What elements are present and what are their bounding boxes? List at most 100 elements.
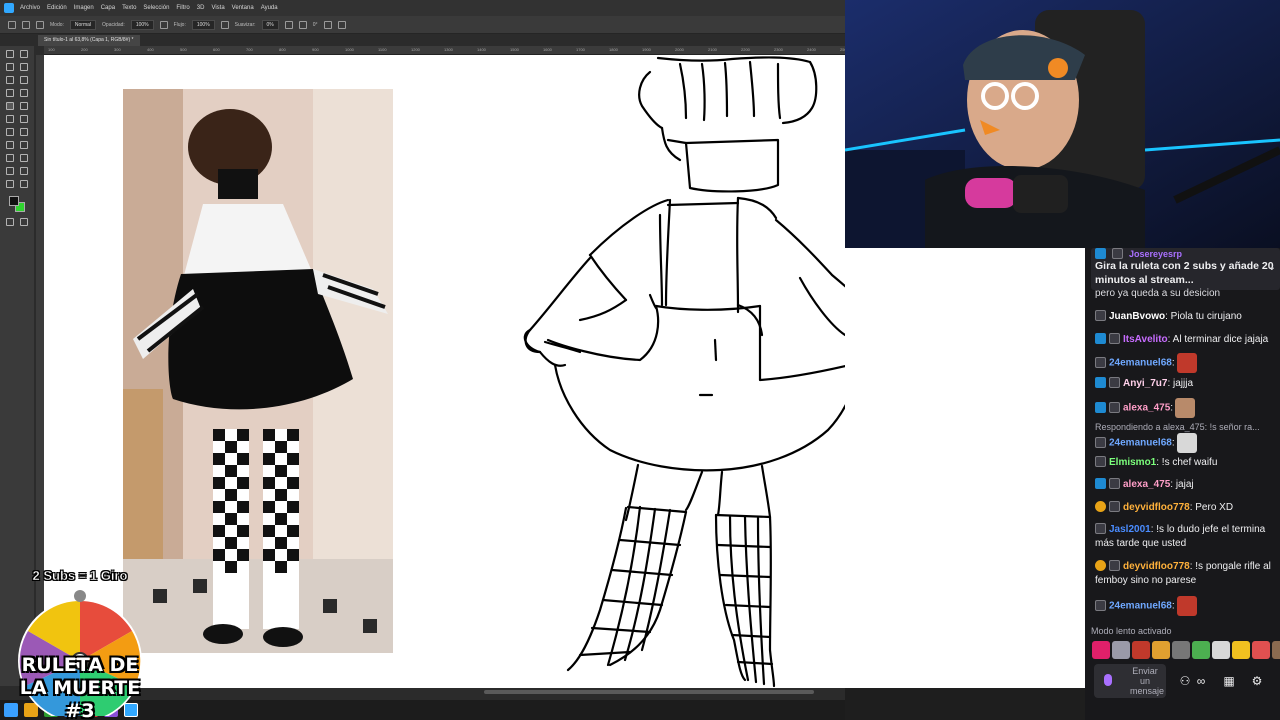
chat-username[interactable]: JuanBvowo [1109,311,1165,322]
emote-icon[interactable] [1172,641,1190,659]
subscriber-badge-icon [1109,501,1120,512]
emote-icon[interactable] [1272,641,1280,659]
emote-image[interactable] [1176,433,1197,453]
scrollbar-thumb[interactable] [484,690,814,694]
type-tool-icon[interactable] [6,154,14,162]
menu-seleccion[interactable]: Selección [143,5,169,11]
ruler-tick: 300 [114,47,121,52]
chat-username[interactable]: 24emanuel68 [1109,438,1172,449]
healing-tool-icon[interactable] [20,89,28,97]
menu-edicion[interactable]: Edición [47,5,67,11]
mode-select[interactable]: Normal [69,19,97,30]
cosplay-reference-image [123,89,393,653]
emote-icon[interactable] [1212,641,1230,659]
dodge-tool-icon[interactable] [6,141,14,149]
emote-icon[interactable] [1192,641,1210,659]
more-tools-icon[interactable] [20,180,28,188]
emote-icon[interactable] [1232,641,1250,659]
crop-tool-icon[interactable] [6,76,14,84]
marquee-tool-icon[interactable] [6,63,14,71]
menu-archivo[interactable]: Archivo [20,5,40,11]
chat-input[interactable]: Enviar un mensaje [1094,664,1166,698]
foreground-color-swatch[interactable] [9,196,19,206]
pen-tool-icon[interactable] [20,141,28,149]
pressure-opacity-icon[interactable] [159,20,168,29]
document-tab[interactable]: Sin título-1 al 63,8% (Capa 1, RGB/8#) * [38,35,140,46]
subscriber-badge-icon [1095,310,1106,321]
emote-icon[interactable] [1112,641,1130,659]
artboard-tool-icon[interactable] [20,50,28,58]
chat-username[interactable]: ItsAvelito [1123,334,1168,345]
emote-image[interactable] [1175,398,1196,418]
eyedropper-tool-icon[interactable] [6,89,14,97]
menu-imagen[interactable]: Imagen [74,5,94,11]
shape-tool-icon[interactable] [6,167,14,175]
symmetry-icon[interactable] [337,20,346,29]
emote-icon[interactable] [1252,641,1270,659]
menu-3d[interactable]: 3D [197,5,205,11]
reply-hint[interactable]: Respondiendo a alexa_475: !s señor ra... [1095,422,1260,432]
drawing-canvas[interactable] [44,55,887,688]
hand-tool-icon[interactable] [20,167,28,175]
screen-mode-icon[interactable] [20,218,28,226]
chat-username[interactable]: Anyi_7u7 [1123,378,1167,389]
emote-image[interactable] [1176,596,1197,616]
menu-vista[interactable]: Vista [211,5,224,11]
pinned-message[interactable]: Josereyesrp Gira la ruleta con 2 subs y … [1091,248,1280,290]
gear-icon[interactable]: ⚙ [1250,674,1264,688]
brush-tool-active-icon[interactable] [6,102,14,110]
chat-username[interactable]: deyvidfloo778 [1123,502,1190,513]
eraser-tool-icon[interactable] [20,115,28,123]
chat-username[interactable]: 24emanuel68 [1109,601,1172,612]
airbrush-icon[interactable] [220,20,229,29]
gear-icon[interactable] [284,20,293,29]
chat-username[interactable]: alexa_475 [1123,479,1170,490]
quick-mask-icon[interactable] [6,218,14,226]
chat-username[interactable]: Elmismo1 [1109,457,1156,468]
emote-icon[interactable] [1132,641,1150,659]
stamp-tool-icon[interactable] [20,102,28,110]
angle-value[interactable]: 0° [313,22,318,28]
opacity-input[interactable]: 100% [130,19,154,30]
chat-username[interactable]: deyvidfloo778 [1123,561,1190,572]
brush-tool-icon[interactable] [22,20,30,29]
zoom-tool-icon[interactable] [6,180,14,188]
angle-icon[interactable] [298,20,307,29]
menu-ventana[interactable]: Ventana [232,5,254,11]
move-tool-icon[interactable] [6,50,14,58]
flow-input[interactable]: 100% [191,19,215,30]
ruler-tick: 2100 [708,47,717,52]
emote-image[interactable] [1176,353,1197,373]
horizontal-scrollbar[interactable] [44,688,845,696]
emote-picker-row [1092,641,1280,659]
history-brush-icon[interactable] [6,115,14,123]
blur-tool-icon[interactable] [20,128,28,136]
menu-ayuda[interactable]: Ayuda [261,5,278,11]
pressure-size-icon[interactable] [323,20,332,29]
smoothing-input[interactable]: 0% [261,19,279,30]
subscriber-badge-icon [1095,599,1106,611]
frame-tool-icon[interactable] [20,76,28,84]
menu-filtro[interactable]: Filtro [176,5,189,11]
emote-icon[interactable] [1152,641,1170,659]
emote-heart-icon[interactable] [1092,641,1110,659]
brush-preset-icon[interactable] [36,20,44,29]
chevron-down-icon[interactable]: ⌄ [1268,262,1276,273]
ruler-tick: 800 [279,47,286,52]
gradient-tool-icon[interactable] [6,128,14,136]
users-icon[interactable]: ⚇ [1178,674,1192,688]
chat-username[interactable]: 24emanuel68 [1109,358,1172,369]
pinned-user[interactable]: Josereyesrp [1129,249,1182,259]
chat-username[interactable]: Jasl2001 [1109,524,1151,535]
chat-text: : [1170,402,1174,414]
microphone-icon[interactable] [1104,674,1112,686]
chat-username[interactable]: alexa_475 [1123,403,1170,414]
home-icon[interactable] [8,20,16,29]
lasso-tool-icon[interactable] [20,63,28,71]
menu-capa[interactable]: Capa [101,5,115,11]
ruler-tick: 2300 [774,47,783,52]
menu-texto[interactable]: Texto [122,5,136,11]
infinity-icon[interactable]: ∞ [1194,674,1208,688]
calendar-icon[interactable]: ▦ [1222,674,1236,688]
path-select-icon[interactable] [20,154,28,162]
